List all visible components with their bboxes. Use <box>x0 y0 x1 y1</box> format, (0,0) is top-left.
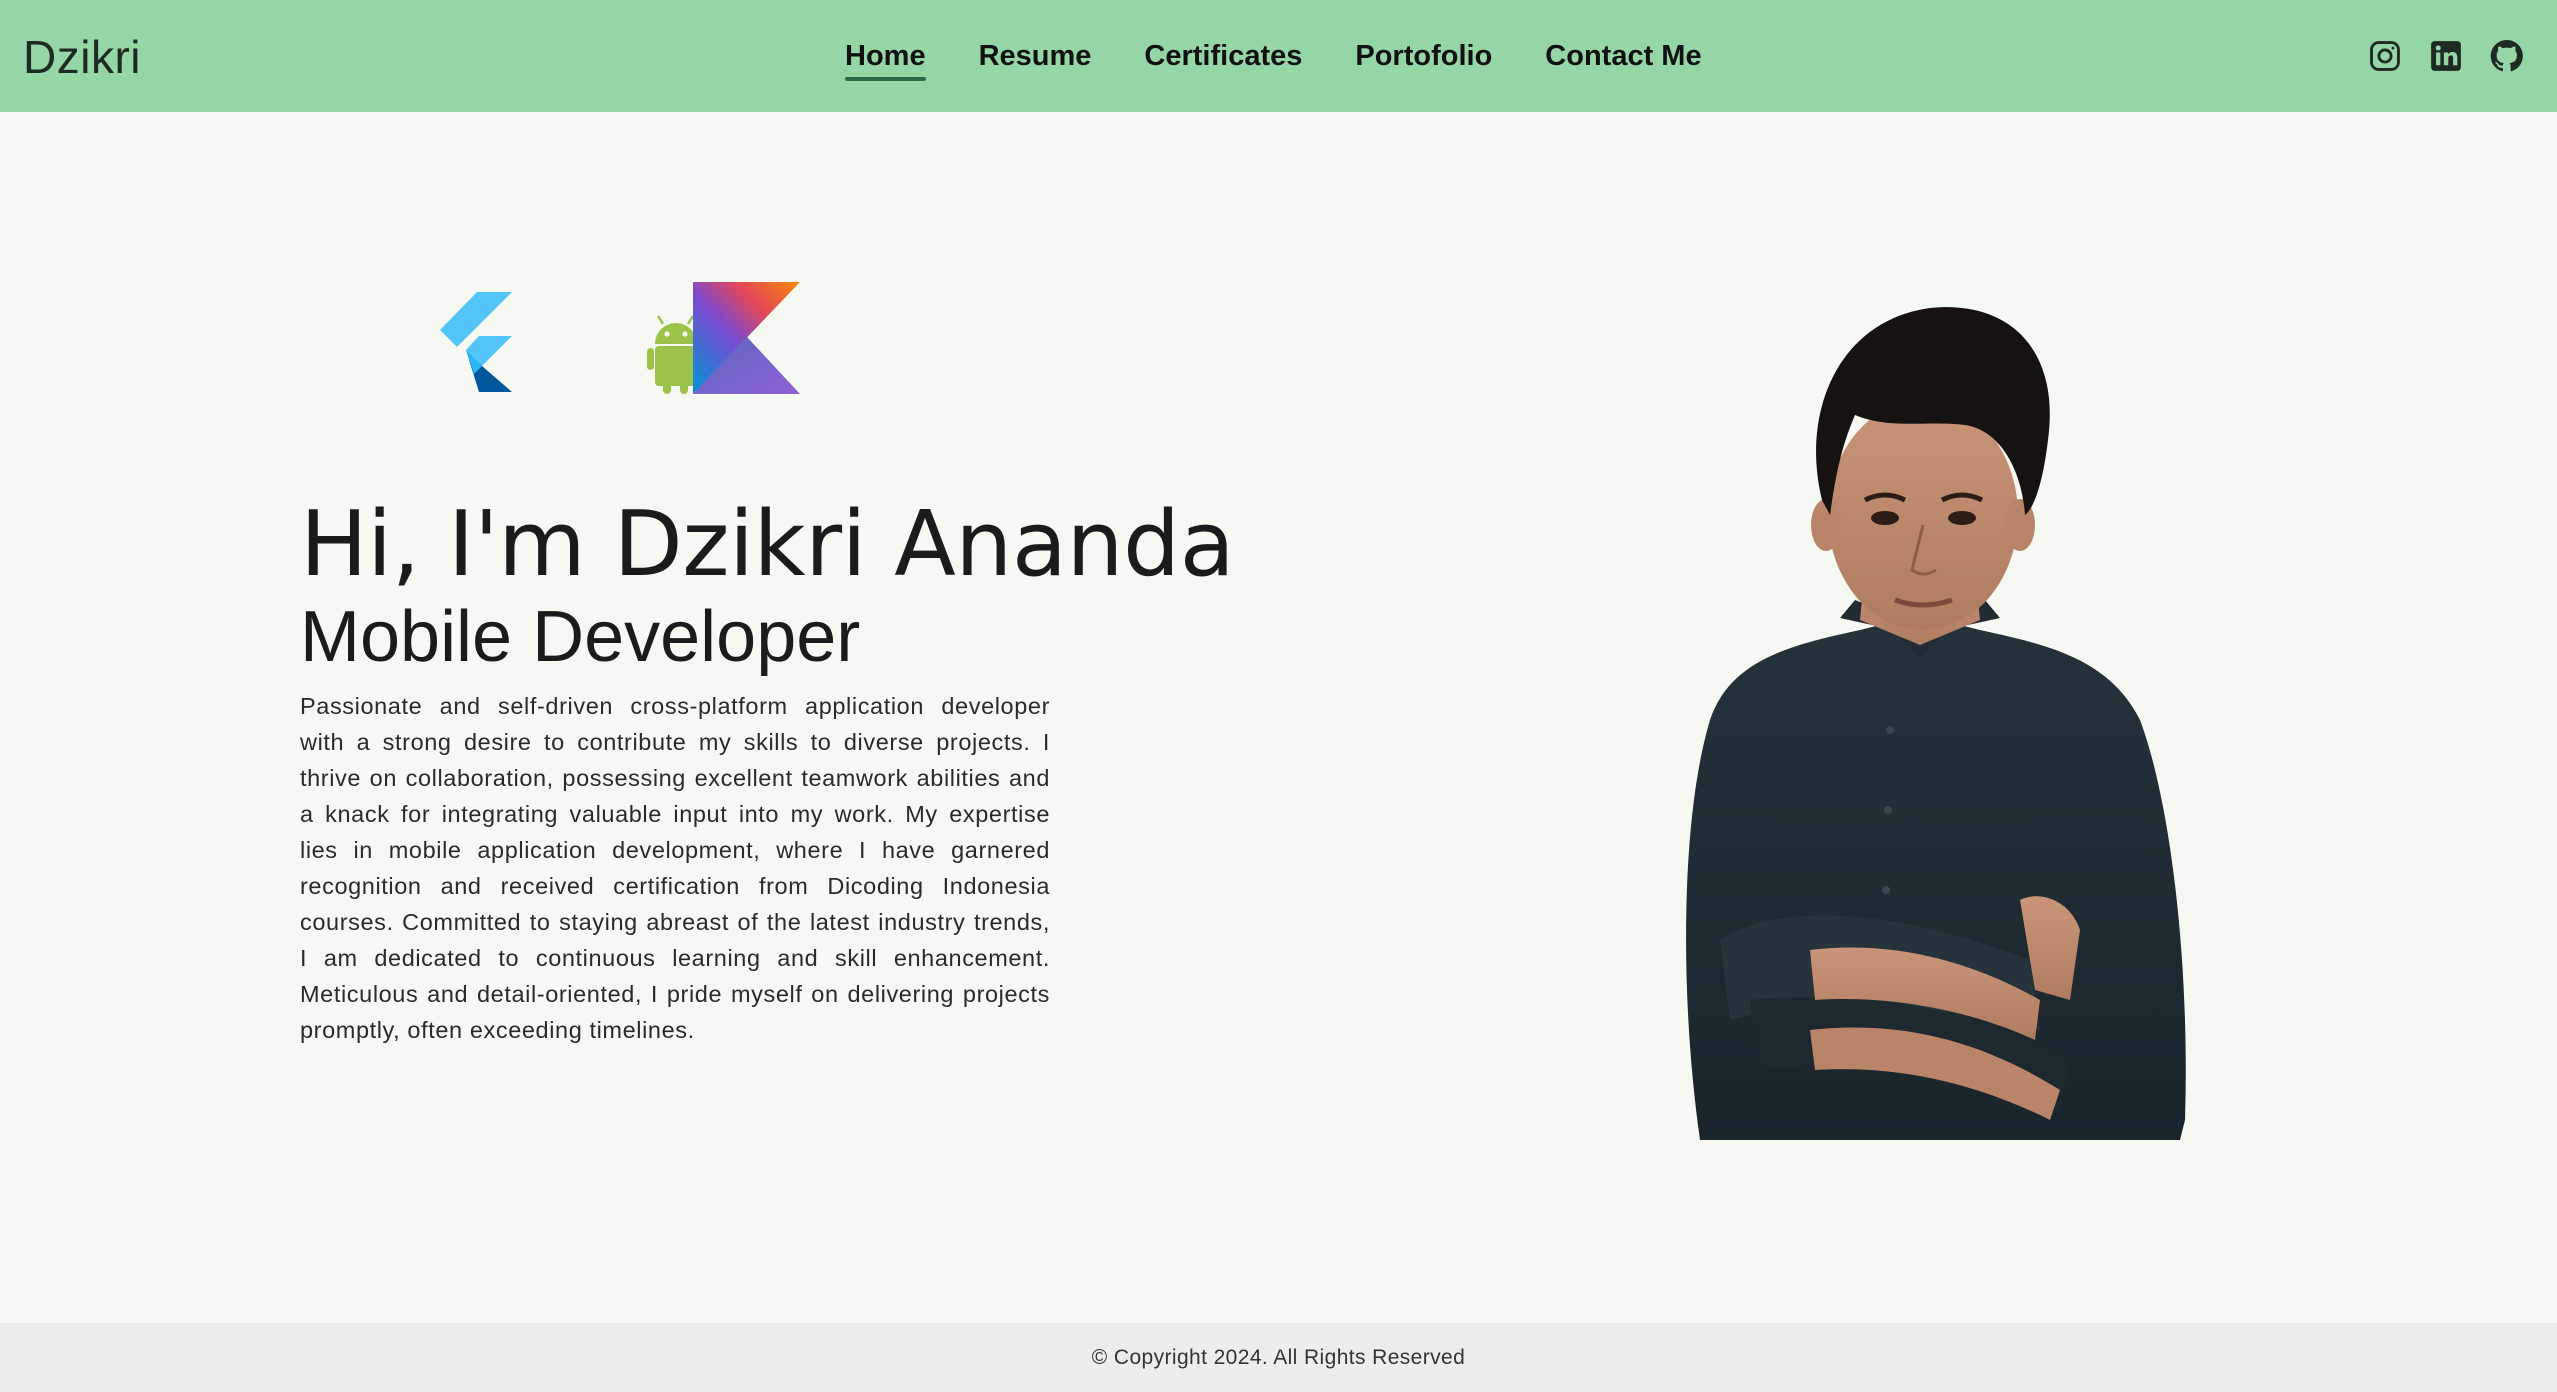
top-navbar: Dzikri Home Resume Certificates Portofol… <box>0 0 2557 112</box>
nav-certificates-link[interactable]: Certificates <box>1144 41 1302 71</box>
instagram-icon[interactable] <box>2365 36 2405 76</box>
github-icon[interactable] <box>2487 36 2527 76</box>
copyright-text: © Copyright 2024. All Rights Reserved <box>1091 1345 1466 1369</box>
hero-role: Mobile Developer <box>300 597 861 677</box>
nav-contact-link[interactable]: Contact Me <box>1545 41 1701 71</box>
hero-greeting: Hi, I'm Dzikri Ananda <box>300 492 1235 597</box>
profile-photo <box>1686 307 2186 1140</box>
page-footer: © Copyright 2024. All Rights Reserved <box>0 1323 2557 1392</box>
flutter-logo-icon <box>440 292 512 392</box>
nav-resume-link[interactable]: Resume <box>979 41 1092 71</box>
hero-bio: Passionate and self-driven cross-platfor… <box>300 693 1050 1043</box>
hero-section: Hi, I'm Dzikri Ananda Mobile Developer P… <box>300 490 1235 1048</box>
main-nav: Home Resume Certificates Portofolio Cont… <box>845 0 1755 112</box>
kotlin-android-logo-icon <box>647 282 800 394</box>
nav-home-link[interactable]: Home <box>845 41 926 81</box>
social-links <box>2344 0 2527 112</box>
linkedin-icon[interactable] <box>2426 36 2466 76</box>
brand-logo-text[interactable]: Dzikri <box>23 30 141 84</box>
nav-portofolio-link[interactable]: Portofolio <box>1355 41 1492 71</box>
